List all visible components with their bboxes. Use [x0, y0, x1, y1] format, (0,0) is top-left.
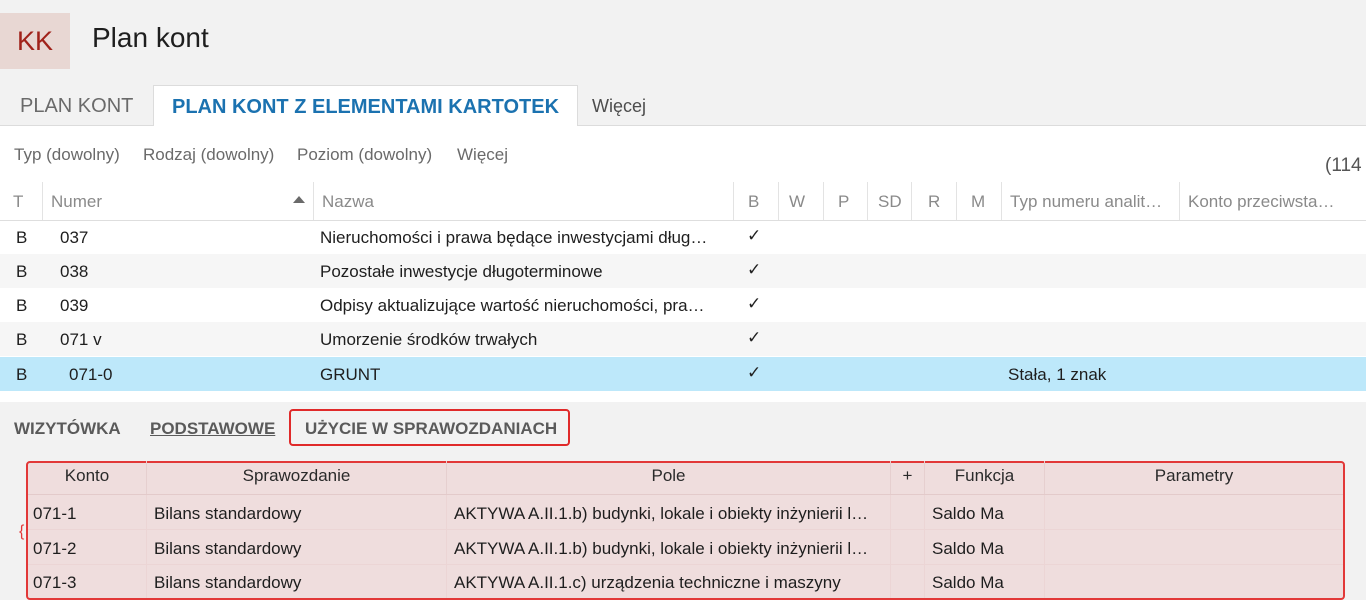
check-icon: ✓	[747, 294, 762, 313]
app-header: KK Plan kont	[0, 0, 1366, 85]
column-header-funkcja[interactable]: Funkcja	[924, 461, 1044, 494]
cell-konto: 071-3	[33, 573, 77, 592]
filter-bar: Typ (dowolny) Rodzaj (dowolny) Poziom (d…	[0, 126, 1366, 182]
cell-parametry	[1044, 530, 1343, 564]
cell-parametry	[1044, 495, 1343, 529]
cell-t: B	[16, 228, 28, 247]
table-row[interactable]: B 038 Pozostałe inwestycje długoterminow…	[0, 254, 1366, 288]
cell-t: B	[16, 330, 28, 349]
view-tabs: PLAN KONT PLAN KONT Z ELEMENTAMI KARTOTE…	[0, 85, 1366, 127]
cell-funkcja: Saldo Ma	[924, 495, 1044, 529]
cell-nazwa: GRUNT	[320, 365, 381, 384]
cell-nazwa: Nieruchomości i prawa będące inwestycjam…	[320, 228, 708, 247]
column-header-konto-przeciwstawne[interactable]: Konto przeciwsta…	[1179, 182, 1366, 220]
cell-t: B	[16, 296, 28, 315]
cell-nazwa: Odpisy aktualizujące wartość nieruchomoś…	[320, 296, 705, 315]
cell-sprawozdanie: Bilans standardowy	[146, 530, 446, 564]
column-header-b[interactable]: B	[733, 182, 778, 220]
table-row[interactable]: B 037 Nieruchomości i prawa będące inwes…	[0, 220, 1366, 254]
table-row[interactable]: B 039 Odpisy aktualizujące wartość nieru…	[0, 288, 1366, 322]
detail-tabs: WIZYTÓWKA PODSTAWOWE UŻYCIE W SPRAWOZDAN…	[0, 409, 1366, 449]
column-header-sd[interactable]: SD	[867, 182, 911, 220]
column-header-konto[interactable]: Konto	[28, 461, 146, 494]
table-row[interactable]: 071-2 Bilans standardowy AKTYWA A.II.1.b…	[28, 530, 1343, 565]
table-header: T Numer Nazwa B W P SD R M Typ numeru an…	[0, 182, 1366, 221]
column-header-parametry[interactable]: Parametry	[1044, 461, 1343, 494]
check-icon: ✓	[747, 226, 762, 245]
cell-parametry	[1044, 564, 1343, 598]
cell-numer: 037	[60, 228, 89, 247]
cell-plus	[890, 564, 924, 598]
tab-highlight-box	[289, 409, 570, 446]
table-row-selected[interactable]: B 071-0 GRUNT ✓ Stała, 1 znak	[0, 357, 1366, 391]
cell-nazwa: Pozostałe inwestycje długoterminowe	[320, 262, 603, 281]
record-count: (114	[1325, 155, 1362, 176]
column-header-t[interactable]: T	[0, 182, 42, 220]
column-header-pole[interactable]: Pole	[446, 461, 890, 494]
cell-sprawozdanie: Bilans standardowy	[146, 495, 446, 529]
cell-konto: 071-1	[33, 504, 77, 523]
cell-plus	[890, 530, 924, 564]
cell-numer: 071-0	[69, 365, 113, 384]
accounts-table: T Numer Nazwa B W P SD R M Typ numeru an…	[0, 182, 1366, 402]
column-header-nazwa[interactable]: Nazwa	[313, 182, 733, 220]
cell-numer: 039	[60, 296, 89, 315]
report-usage-header: Konto Sprawozdanie Pole + Funkcja Parame…	[28, 461, 1343, 495]
tab-podstawowe[interactable]: PODSTAWOWE	[150, 419, 275, 439]
column-header-r[interactable]: R	[911, 182, 956, 220]
cell-numer: 038	[60, 262, 89, 281]
table-row[interactable]: 071-3 Bilans standardowy AKTYWA A.II.1.c…	[28, 564, 1343, 598]
bracket-mark-icon: {	[19, 523, 25, 540]
cell-konto: 071-2	[33, 539, 77, 558]
tab-plan-kont-z-elementami[interactable]: PLAN KONT Z ELEMENTAMI KARTOTEK	[153, 85, 578, 127]
check-icon: ✓	[747, 363, 762, 382]
table-row[interactable]: 071-1 Bilans standardowy AKTYWA A.II.1.b…	[28, 495, 1343, 530]
cell-funkcja: Saldo Ma	[924, 564, 1044, 598]
column-header-m[interactable]: M	[956, 182, 1001, 220]
cell-pole: AKTYWA A.II.1.c) urządzenia techniczne i…	[446, 564, 890, 598]
cell-t: B	[16, 262, 28, 281]
cell-typ-numeru: Stała, 1 znak	[1008, 365, 1107, 384]
column-header-w[interactable]: W	[778, 182, 823, 220]
cell-t: B	[16, 365, 28, 384]
cell-pole: AKTYWA A.II.1.b) budynki, lokale i obiek…	[446, 530, 890, 564]
tab-more[interactable]: Więcej	[592, 85, 646, 125]
cell-pole: AKTYWA A.II.1.b) budynki, lokale i obiek…	[446, 495, 890, 529]
tab-plan-kont[interactable]: PLAN KONT	[20, 85, 133, 125]
column-header-sprawozdanie[interactable]: Sprawozdanie	[146, 461, 446, 494]
check-icon: ✓	[747, 260, 762, 279]
column-header-typ-numeru[interactable]: Typ numeru analit…	[1001, 182, 1179, 220]
cell-plus	[890, 495, 924, 529]
page-title: Plan kont	[92, 22, 209, 53]
cell-funkcja: Saldo Ma	[924, 530, 1044, 564]
column-header-p[interactable]: P	[823, 182, 867, 220]
cell-nazwa: Umorzenie środków trwałych	[320, 330, 538, 349]
tab-wizytowka[interactable]: WIZYTÓWKA	[14, 419, 121, 439]
cell-numer: 071 v	[60, 330, 102, 349]
column-header-numer[interactable]: Numer	[42, 182, 313, 220]
filter-more[interactable]: Więcej	[457, 145, 508, 165]
check-icon: ✓	[747, 328, 762, 347]
sort-ascending-icon	[293, 196, 305, 203]
column-header-plus[interactable]: +	[890, 461, 924, 494]
app-badge: KK	[0, 13, 70, 69]
filter-rodzaj[interactable]: Rodzaj (dowolny)	[143, 145, 274, 165]
cell-sprawozdanie: Bilans standardowy	[146, 564, 446, 598]
filter-typ[interactable]: Typ (dowolny)	[14, 145, 120, 165]
table-row[interactable]: B 071 v Umorzenie środków trwałych ✓	[0, 322, 1366, 356]
filter-poziom[interactable]: Poziom (dowolny)	[297, 145, 432, 165]
